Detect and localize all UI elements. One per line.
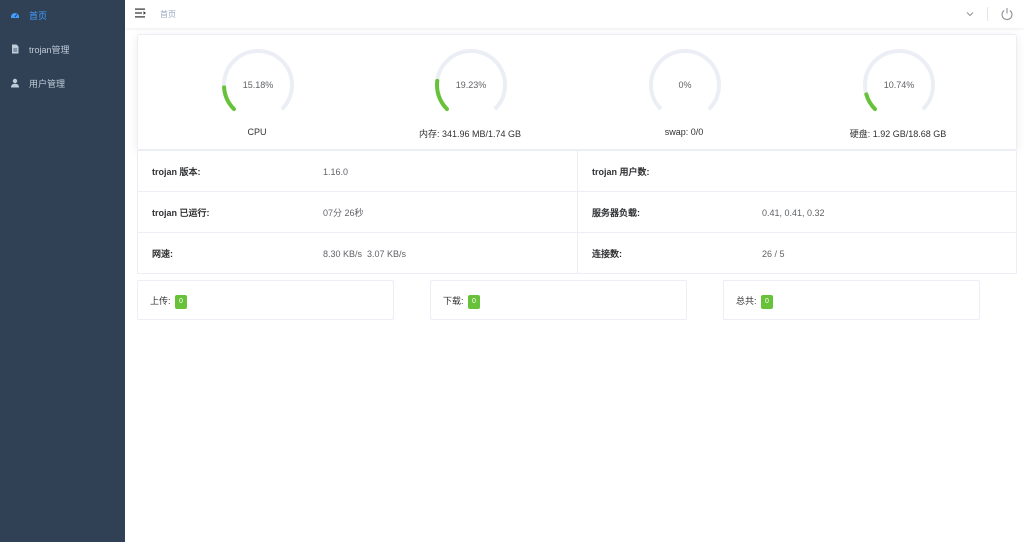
power-icon[interactable] bbox=[1000, 7, 1014, 21]
chevron-down-icon[interactable] bbox=[965, 9, 975, 19]
connections-value: 26 / 5 bbox=[762, 249, 785, 259]
info-row: trojan 已运行: 07分 26秒 服务器负载: 0.41, 0.41, 0… bbox=[137, 191, 1017, 233]
users-label: trojan 用户数: bbox=[592, 167, 650, 177]
sidebar-item-label: 首页 bbox=[29, 10, 48, 21]
total-card: 总共: 0 bbox=[723, 280, 980, 320]
info-row: 网速: 8.30 KB/s 3.07 KB/s 连接数: 26 / 5 bbox=[137, 232, 1017, 274]
gauge-card: 15.18% CPU 19.23% 内存: 341.96 MB/1.74 GB … bbox=[137, 34, 1017, 150]
memory-gauge: 19.23% 内存: 341.96 MB/1.74 GB bbox=[395, 47, 545, 147]
disk-gauge-label: 硬盘: 1.92 GB/18.68 GB bbox=[849, 129, 947, 139]
hamburger-icon[interactable] bbox=[135, 7, 147, 19]
document-icon bbox=[10, 44, 20, 54]
download-badge: 0 bbox=[468, 294, 480, 309]
info-cell: trojan 已运行: 07分 26秒 bbox=[137, 191, 578, 233]
info-cell: 服务器负载: 0.41, 0.41, 0.32 bbox=[577, 191, 1017, 233]
memory-gauge-label: 内存: 341.96 MB/1.74 GB bbox=[418, 129, 522, 139]
dashboard-icon bbox=[10, 10, 20, 20]
upload-badge: 0 bbox=[175, 294, 187, 309]
download-card: 下载: 0 bbox=[430, 280, 687, 320]
info-cell: trojan 版本: 1.16.0 bbox=[137, 150, 578, 192]
version-value: 1.16.0 bbox=[323, 167, 349, 177]
sidebar-item-users[interactable]: 用户管理 bbox=[0, 66, 125, 100]
load-label: 服务器负载: bbox=[592, 208, 640, 218]
disk-gauge-value: 10.74% bbox=[883, 80, 915, 90]
sidebar-item-label: 用户管理 bbox=[29, 78, 66, 89]
info-row: trojan 版本: 1.16.0 trojan 用户数: bbox=[137, 150, 1017, 192]
swap-gauge-value: 0% bbox=[678, 80, 692, 90]
swap-gauge-label: swap: 0/0 bbox=[664, 127, 704, 137]
breadcrumb: 首页 bbox=[160, 10, 176, 19]
memory-gauge-value: 19.23% bbox=[455, 80, 487, 90]
load-value: 0.41, 0.41, 0.32 bbox=[762, 208, 825, 218]
total-badge: 0 bbox=[761, 294, 773, 309]
navbar-divider bbox=[987, 7, 988, 21]
sidebar-item-home[interactable]: 首页 bbox=[0, 0, 125, 32]
disk-gauge: 10.74% 硬盘: 1.92 GB/18.68 GB bbox=[823, 47, 973, 147]
upload-card: 上传: 0 bbox=[137, 280, 394, 320]
cpu-gauge-label: CPU bbox=[247, 127, 267, 137]
info-cell: trojan 用户数: bbox=[577, 150, 1017, 192]
speed-value: 8.30 KB/s 3.07 KB/s bbox=[323, 249, 407, 259]
uptime-value: 07分 26秒 bbox=[323, 208, 364, 218]
sidebar-item-label: trojan管理 bbox=[29, 44, 70, 55]
navbar-right bbox=[965, 0, 1024, 28]
sidebar: 首页 trojan管理 用户管理 bbox=[0, 0, 125, 542]
info-cell: 网速: 8.30 KB/s 3.07 KB/s bbox=[137, 232, 578, 274]
sidebar-item-trojan[interactable]: trojan管理 bbox=[0, 32, 125, 66]
swap-gauge: 0% swap: 0/0 bbox=[609, 47, 759, 147]
speed-label: 网速: bbox=[152, 249, 173, 259]
user-icon bbox=[10, 78, 20, 88]
navbar: 首页 bbox=[125, 0, 1024, 28]
cpu-gauge: 15.18% CPU bbox=[182, 47, 332, 147]
upload-label: 上传: bbox=[150, 296, 171, 306]
download-label: 下载: bbox=[443, 296, 464, 306]
info-cell: 连接数: 26 / 5 bbox=[577, 232, 1017, 274]
total-label: 总共: bbox=[736, 296, 757, 306]
cpu-gauge-value: 15.18% bbox=[242, 80, 274, 90]
version-label: trojan 版本: bbox=[152, 167, 201, 177]
uptime-label: trojan 已运行: bbox=[152, 208, 210, 218]
connections-label: 连接数: bbox=[592, 249, 622, 259]
